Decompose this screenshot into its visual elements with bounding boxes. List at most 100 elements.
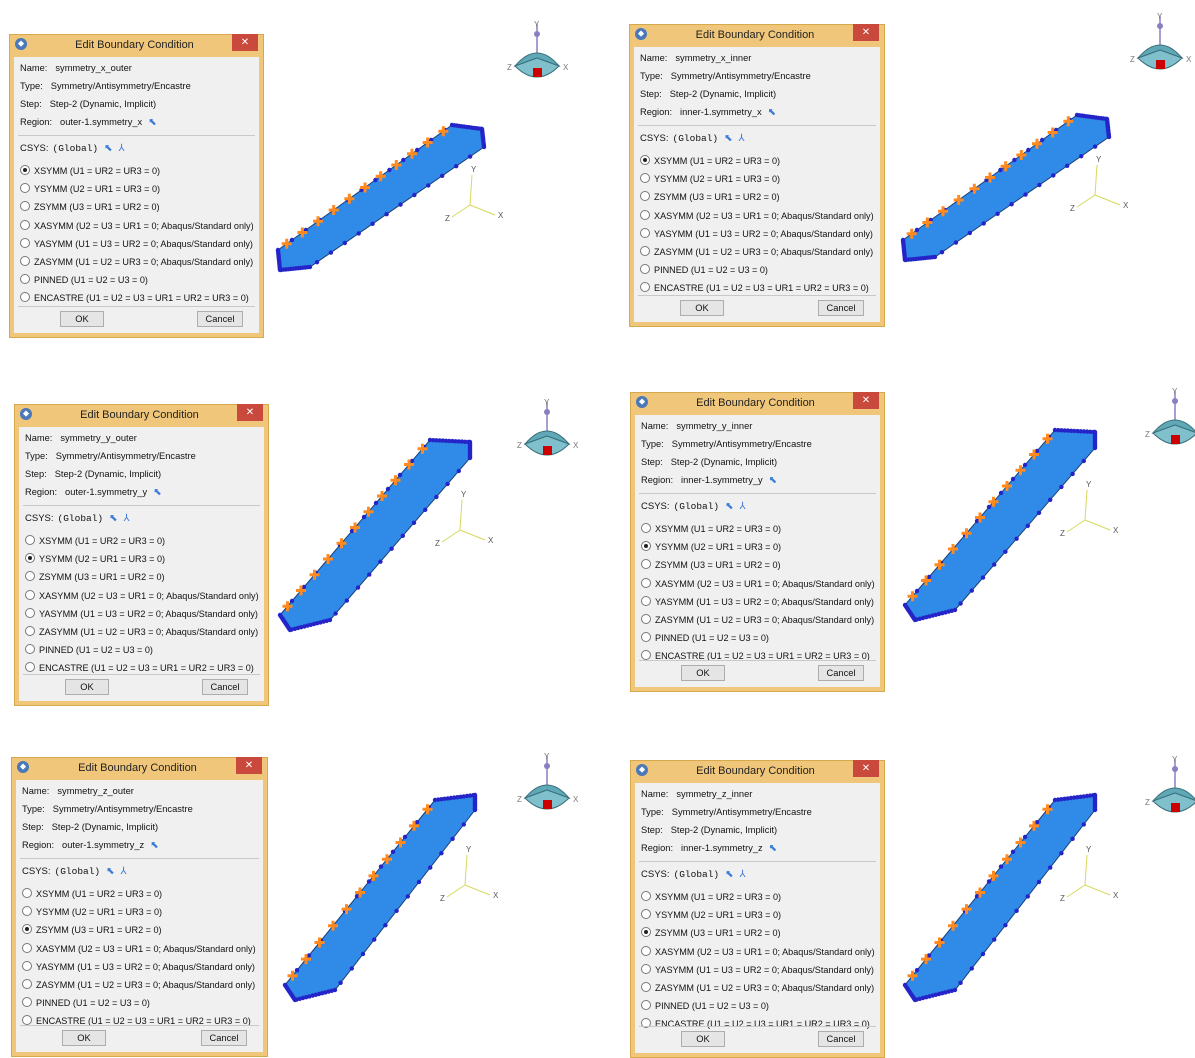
close-icon[interactable]: ✕	[236, 757, 262, 774]
close-icon[interactable]: ✕	[853, 392, 879, 409]
radio[interactable]	[25, 571, 35, 582]
select-csys-icon[interactable]: ⬉	[725, 501, 733, 512]
option-5[interactable]: ZASYMM (U1 = U2 = UR3 = 0; Abaqus/Standa…	[22, 979, 255, 990]
radio[interactable]	[20, 274, 30, 285]
close-icon[interactable]: ✕	[237, 404, 263, 421]
select-csys-icon[interactable]: ⬉	[106, 866, 114, 877]
option-4[interactable]: YASYMM (U1 = U3 = UR2 = 0; Abaqus/Standa…	[641, 595, 874, 607]
radio-selected[interactable]	[25, 553, 35, 564]
radio-selected[interactable]	[641, 927, 651, 938]
select-region-icon[interactable]: ⬉	[150, 840, 158, 851]
ok-button[interactable]: OK	[65, 679, 109, 695]
option-1[interactable]: YSYMM (U2 = UR1 = UR3 = 0)	[20, 183, 160, 194]
option-1[interactable]: YSYMM (U2 = UR1 = UR3 = 0)	[25, 553, 165, 564]
title-bar[interactable]: ⬥ Edit Boundary Condition ✕	[631, 760, 884, 783]
view-cube[interactable]: YXZ	[515, 396, 585, 476]
radio[interactable]	[25, 535, 35, 545]
radio[interactable]	[25, 644, 35, 655]
option-0[interactable]: XSYMM (U1 = UR2 = UR3 = 0)	[22, 888, 162, 899]
radio[interactable]	[641, 577, 651, 588]
option-2[interactable]: ZSYMM (U3 = UR1 = UR2 = 0)	[20, 201, 160, 212]
option-7[interactable]: ENCASTRE (U1 = U2 = U3 = UR1 = UR2 = UR3…	[20, 292, 249, 303]
radio[interactable]	[641, 523, 651, 533]
option-7[interactable]: ENCASTRE (U1 = U2 = U3 = UR1 = UR2 = UR3…	[25, 662, 254, 673]
view-cube[interactable]: YXZ	[1143, 753, 1195, 833]
option-1[interactable]: YSYMM (U2 = UR1 = UR3 = 0)	[640, 173, 780, 184]
option-4[interactable]: YASYMM (U1 = U3 = UR2 = 0; Abaqus/Standa…	[25, 607, 258, 619]
view-cube[interactable]: YXZ	[505, 18, 575, 98]
radio-selected[interactable]	[641, 541, 651, 552]
radio[interactable]	[22, 997, 32, 1008]
option-0[interactable]: XSYMM (U1 = UR2 = UR3 = 0)	[641, 523, 781, 534]
radio-selected[interactable]	[22, 924, 32, 935]
radio[interactable]	[640, 282, 650, 293]
radio[interactable]	[641, 650, 651, 661]
model-viewport[interactable]: X Y Z	[895, 785, 1145, 1025]
radio[interactable]	[641, 559, 651, 570]
option-1[interactable]: YSYMM (U2 = UR1 = UR3 = 0)	[641, 909, 781, 920]
create-csys-icon[interactable]: ⅄	[740, 869, 746, 880]
cancel-button[interactable]: Cancel	[197, 311, 243, 327]
title-bar[interactable]: ⬥ Edit Boundary Condition ✕	[12, 757, 267, 780]
option-3[interactable]: XASYMM (U2 = U3 = UR1 = 0; Abaqus/Standa…	[641, 945, 875, 957]
radio[interactable]	[22, 979, 32, 989]
model-viewport[interactable]: X Y Z	[270, 95, 520, 335]
create-csys-icon[interactable]: ⅄	[119, 143, 125, 154]
radio[interactable]	[20, 201, 30, 212]
cancel-button[interactable]: Cancel	[818, 665, 864, 681]
model-viewport[interactable]: X Y Z	[275, 785, 525, 1025]
view-cube[interactable]: YXZ	[515, 750, 585, 830]
option-6[interactable]: PINNED (U1 = U2 = U3 = 0)	[641, 632, 769, 643]
radio[interactable]	[22, 888, 32, 898]
option-2[interactable]: ZSYMM (U3 = UR1 = UR2 = 0)	[22, 924, 162, 935]
radio[interactable]	[641, 909, 651, 920]
option-5[interactable]: ZASYMM (U1 = U2 = UR3 = 0; Abaqus/Standa…	[20, 256, 253, 267]
radio[interactable]	[25, 662, 35, 673]
option-3[interactable]: XASYMM (U2 = U3 = UR1 = 0; Abaqus/Standa…	[25, 589, 259, 601]
radio[interactable]	[640, 264, 650, 275]
option-5[interactable]: ZASYMM (U1 = U2 = UR3 = 0; Abaqus/Standa…	[641, 982, 874, 993]
radio[interactable]	[641, 632, 651, 643]
option-2[interactable]: ZSYMM (U3 = UR1 = UR2 = 0)	[641, 559, 781, 570]
radio[interactable]	[22, 942, 32, 953]
option-6[interactable]: PINNED (U1 = U2 = U3 = 0)	[25, 644, 153, 655]
option-3[interactable]: XASYMM (U2 = U3 = UR1 = 0; Abaqus/Standa…	[641, 577, 875, 589]
option-1[interactable]: YSYMM (U2 = UR1 = UR3 = 0)	[641, 541, 781, 552]
radio[interactable]	[641, 891, 651, 901]
radio[interactable]	[22, 960, 32, 971]
option-5[interactable]: ZASYMM (U1 = U2 = UR3 = 0; Abaqus/Standa…	[640, 246, 873, 257]
option-0[interactable]: XSYMM (U1 = UR2 = UR3 = 0)	[640, 155, 780, 166]
radio[interactable]	[641, 614, 651, 624]
close-icon[interactable]: ✕	[853, 760, 879, 777]
option-6[interactable]: PINNED (U1 = U2 = U3 = 0)	[20, 274, 148, 285]
title-bar[interactable]: ⬥ Edit Boundary Condition ✕	[15, 404, 268, 427]
option-5[interactable]: ZASYMM (U1 = U2 = UR3 = 0; Abaqus/Standa…	[641, 614, 874, 625]
cancel-button[interactable]: Cancel	[202, 679, 248, 695]
option-0[interactable]: XSYMM (U1 = UR2 = UR3 = 0)	[641, 891, 781, 902]
option-6[interactable]: PINNED (U1 = U2 = U3 = 0)	[641, 1000, 769, 1011]
radio[interactable]	[22, 1015, 32, 1026]
radio[interactable]	[25, 589, 35, 600]
option-3[interactable]: XASYMM (U2 = U3 = UR1 = 0; Abaqus/Standa…	[22, 942, 256, 954]
option-3[interactable]: XASYMM (U2 = U3 = UR1 = 0; Abaqus/Standa…	[20, 219, 254, 231]
view-cube[interactable]: YXZ	[1143, 385, 1195, 465]
select-region-icon[interactable]: ⬉	[768, 107, 776, 118]
radio-selected[interactable]	[640, 155, 650, 165]
create-csys-icon[interactable]: ⅄	[121, 866, 127, 877]
radio[interactable]	[640, 246, 650, 256]
option-7[interactable]: ENCASTRE (U1 = U2 = U3 = UR1 = UR2 = UR3…	[640, 282, 869, 293]
view-cube[interactable]: YXZ	[1128, 10, 1195, 90]
create-csys-icon[interactable]: ⅄	[740, 501, 746, 512]
radio[interactable]	[641, 982, 651, 992]
select-region-icon[interactable]: ⬉	[153, 487, 161, 498]
select-region-icon[interactable]: ⬉	[148, 117, 156, 128]
cancel-button[interactable]: Cancel	[818, 1031, 864, 1047]
option-4[interactable]: YASYMM (U1 = U3 = UR2 = 0; Abaqus/Standa…	[640, 227, 873, 239]
option-5[interactable]: ZASYMM (U1 = U2 = UR3 = 0; Abaqus/Standa…	[25, 626, 258, 637]
cancel-button[interactable]: Cancel	[201, 1030, 247, 1046]
close-icon[interactable]: ✕	[853, 24, 879, 41]
radio[interactable]	[641, 963, 651, 974]
option-2[interactable]: ZSYMM (U3 = UR1 = UR2 = 0)	[640, 191, 780, 202]
model-viewport[interactable]: X Y Z	[270, 430, 520, 670]
option-4[interactable]: YASYMM (U1 = U3 = UR2 = 0; Abaqus/Standa…	[22, 960, 255, 972]
